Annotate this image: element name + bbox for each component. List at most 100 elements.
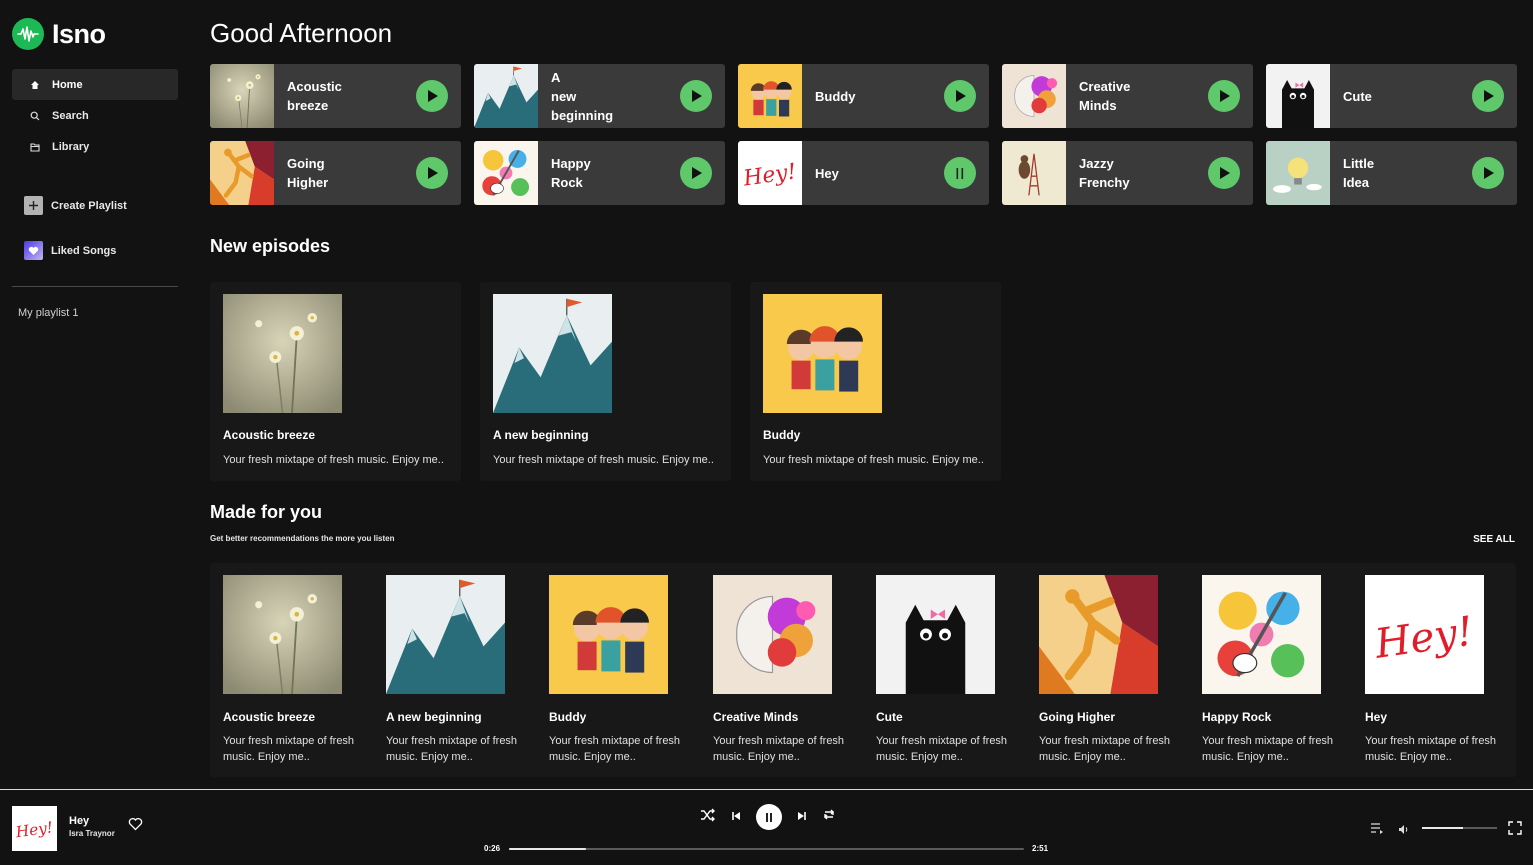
card-description: Your fresh mixtape of fresh music. Enjoy… [1202, 735, 1334, 763]
app-logo[interactable]: Isno [12, 18, 106, 50]
next-icon[interactable] [797, 808, 807, 826]
repeat-icon[interactable] [822, 808, 836, 826]
card-description: Your fresh mixtape of fresh music. Enjoy… [223, 735, 355, 763]
nav-item-label: Library [52, 140, 90, 153]
play-button[interactable] [1472, 80, 1504, 112]
made-for-you-card[interactable]: Going Higher Your fresh mixtape of fresh… [1039, 575, 1189, 763]
quick-pick-card[interactable]: Creative Minds [1002, 64, 1253, 128]
queue-icon[interactable] [1370, 821, 1384, 839]
play-button[interactable] [680, 157, 712, 189]
nav-item-search[interactable]: Search [12, 100, 178, 131]
quick-pick-card[interactable]: A new beginning [474, 64, 725, 128]
buddy-cover-image [549, 575, 668, 694]
episode-card[interactable]: Buddy Your fresh mixtape of fresh music.… [750, 282, 1001, 481]
sidebar: Isno Home Search Library Create Playlist… [0, 0, 190, 789]
previous-icon[interactable] [731, 808, 741, 826]
progress-fill [509, 848, 587, 850]
play-button[interactable] [416, 80, 448, 112]
pause-icon [956, 167, 964, 179]
card-description: Your fresh mixtape of fresh music. Enjoy… [1039, 735, 1171, 763]
cat-cover-image [876, 575, 995, 694]
eiffel-cover-image [1002, 141, 1066, 205]
made-for-you-card[interactable]: Happy Rock Your fresh mixtape of fresh m… [1202, 575, 1352, 763]
nav-item-library[interactable]: Library [12, 131, 178, 162]
play-icon [955, 90, 966, 102]
made-for-you-subtitle: Get better recommendations the more you … [210, 534, 395, 543]
play-icon [1219, 167, 1230, 179]
quick-pick-card[interactable]: Cute [1266, 64, 1517, 128]
pause-button[interactable] [756, 804, 782, 830]
like-heart-icon[interactable] [128, 817, 143, 836]
card-title: Acoustic breeze [223, 710, 316, 724]
shuffle-icon[interactable] [700, 808, 716, 827]
episode-card[interactable]: Acoustic breeze Your fresh mixtape of fr… [210, 282, 461, 481]
now-playing-artist[interactable]: Isra Traynor [69, 829, 115, 838]
play-icon [1483, 90, 1494, 102]
playback-controls [700, 804, 836, 830]
episode-description: Your fresh mixtape of fresh music. Enjoy… [223, 454, 444, 466]
quick-pick-card[interactable]: Little Idea [1266, 141, 1517, 205]
made-for-you-card[interactable]: Acoustic breeze Your fresh mixtape of fr… [223, 575, 373, 763]
quick-pick-title: Jazzy Frenchy [1079, 156, 1130, 190]
sidebar-playlist-item[interactable]: My playlist 1 [18, 307, 79, 319]
quick-picks-grid: Acoustic breeze A new beginning Buddy Cr… [210, 64, 1517, 205]
made-for-you-card[interactable]: Cute Your fresh mixtape of fresh music. … [876, 575, 1026, 763]
made-for-you-card[interactable]: A new beginning Your fresh mixtape of fr… [386, 575, 536, 763]
quick-pick-title: Creative Minds [1079, 79, 1131, 113]
card-title: Buddy [549, 710, 587, 724]
play-button[interactable] [1208, 157, 1240, 189]
mountains-cover-image [386, 575, 505, 694]
play-button[interactable] [1208, 80, 1240, 112]
card-description: Your fresh mixtape of fresh music. Enjoy… [713, 735, 845, 763]
play-icon [427, 167, 438, 179]
episode-description: Your fresh mixtape of fresh music. Enjoy… [493, 454, 714, 466]
play-button[interactable] [680, 80, 712, 112]
mountains-cover-image [474, 64, 538, 128]
play-icon [691, 90, 702, 102]
brain-cover-image [713, 575, 832, 694]
episode-card[interactable]: A new beginning Your fresh mixtape of fr… [480, 282, 731, 481]
fullscreen-icon[interactable] [1508, 821, 1522, 840]
quick-pick-title: Going Higher [287, 156, 329, 190]
pause-button[interactable] [944, 157, 976, 189]
now-playing-title[interactable]: Hey [69, 815, 89, 827]
flowers-cover-image [223, 294, 342, 414]
play-button[interactable] [944, 80, 976, 112]
play-button[interactable] [1472, 157, 1504, 189]
card-description: Your fresh mixtape of fresh music. Enjoy… [1365, 735, 1497, 763]
quick-pick-card[interactable]: Hey! Hey [738, 141, 989, 205]
volume-slider[interactable] [1422, 827, 1497, 829]
create-playlist-button[interactable]: Create Playlist [24, 196, 127, 215]
made-for-you-card[interactable]: Creative Minds Your fresh mixtape of fre… [713, 575, 863, 763]
player-bar: Hey! Hey Isra Traynor 0:26 2:51 [0, 789, 1533, 865]
flowers-cover-image [223, 575, 342, 695]
card-title: Going Higher [1039, 710, 1115, 724]
volume-icon[interactable] [1398, 822, 1410, 840]
new-episodes-heading: New episodes [210, 236, 331, 256]
liked-songs-button[interactable]: Liked Songs [24, 241, 116, 260]
quick-pick-card[interactable]: Happy Rock [474, 141, 725, 205]
quick-pick-card[interactable]: Acoustic breeze [210, 64, 461, 128]
episode-description: Your fresh mixtape of fresh music. Enjoy… [763, 454, 984, 466]
app-name: Isno [52, 18, 106, 49]
buddy-cover-image [763, 294, 882, 413]
new-episodes-row: Acoustic breeze Your fresh mixtape of fr… [210, 282, 1001, 481]
see-all-link[interactable]: SEE ALL [1473, 534, 1515, 545]
play-icon [1483, 167, 1494, 179]
made-for-you-card[interactable]: Buddy Your fresh mixtape of fresh music.… [549, 575, 699, 763]
quick-pick-card[interactable]: Jazzy Frenchy [1002, 141, 1253, 205]
progress-bar[interactable] [509, 848, 1024, 850]
now-playing-cover[interactable]: Hey! [12, 806, 57, 851]
episode-title: Buddy [763, 428, 801, 442]
buddy-cover-image [738, 64, 802, 128]
duration-time: 2:51 [1032, 844, 1049, 853]
card-title: Happy Rock [1202, 710, 1272, 724]
quick-pick-card[interactable]: Going Higher [210, 141, 461, 205]
play-button[interactable] [416, 157, 448, 189]
card-title: Cute [876, 710, 903, 724]
quick-pick-card[interactable]: Buddy [738, 64, 989, 128]
nav-item-home[interactable]: Home [12, 69, 178, 100]
pause-icon [766, 812, 772, 822]
episode-title: A new beginning [493, 428, 589, 442]
made-for-you-card[interactable]: Hey! Hey Your fresh mixtape of fresh mus… [1365, 575, 1515, 763]
